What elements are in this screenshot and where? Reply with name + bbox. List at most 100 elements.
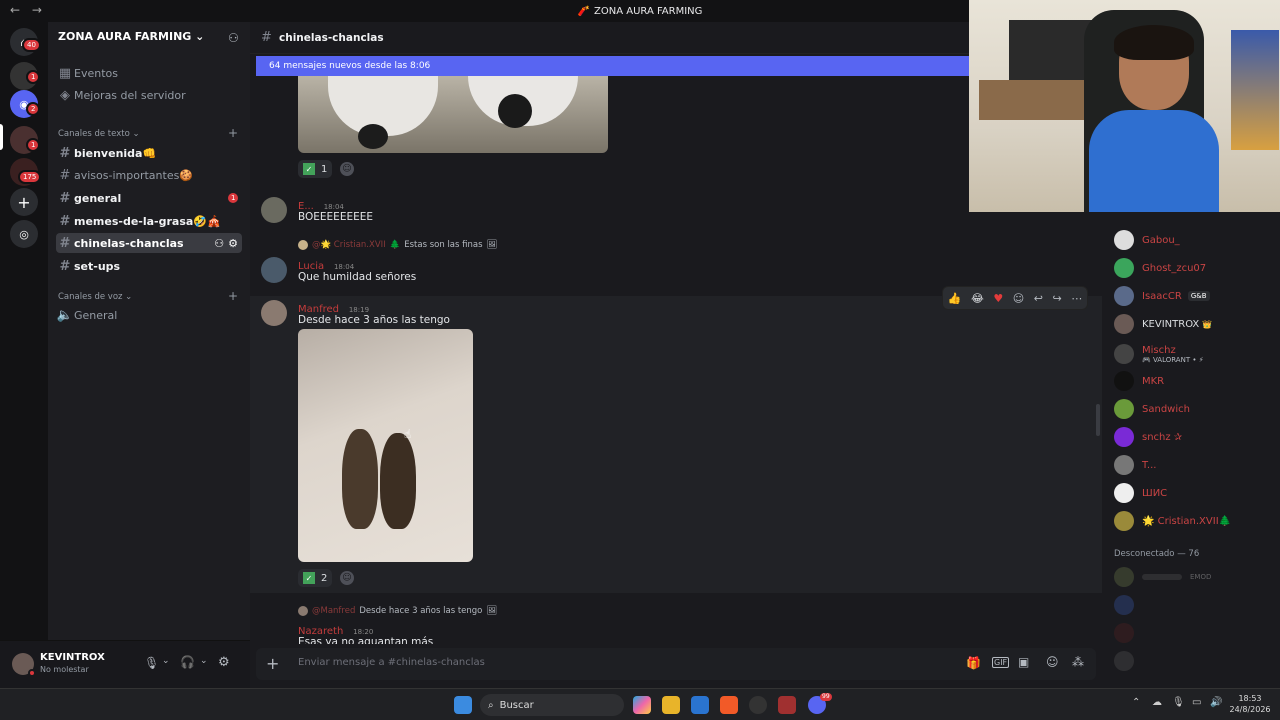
reply-preview[interactable]: @Manfred Desde hace 3 años las tengo 🖼	[298, 606, 497, 616]
add-attachment-icon[interactable]: +	[266, 654, 279, 673]
avatar	[1114, 455, 1134, 475]
thumbs-up-icon[interactable]: 👍	[948, 292, 962, 305]
clock[interactable]: 18:53 24/8/2026	[1228, 693, 1272, 715]
text-category[interactable]: Canales de texto ⌄	[58, 129, 140, 139]
copilot-icon[interactable]	[633, 696, 651, 714]
forward-icon[interactable]: ↪	[1052, 292, 1061, 305]
member-ghost[interactable]: Ghost_zcu07	[1114, 256, 1206, 280]
new-messages-bar[interactable]: 64 mensajes nuevos desde las 8:06	[256, 56, 969, 76]
member-t[interactable]: T...	[1114, 453, 1156, 477]
emoji-icon[interactable]: ☺	[1046, 655, 1059, 669]
heart-icon[interactable]: ♥	[993, 292, 1003, 305]
sticker-icon[interactable]: ▣	[1018, 655, 1029, 669]
server-tag: G&B	[1187, 291, 1210, 301]
nav-arrows[interactable]: ← →	[10, 3, 46, 17]
avatar[interactable]	[261, 300, 287, 326]
add-reaction-icon[interactable]: ☺	[1013, 292, 1024, 305]
member-kevintrox[interactable]: KEVINTROX 👑	[1114, 312, 1212, 336]
reaction-check[interactable]: ✓ 2	[298, 569, 332, 587]
sidebar-item-boosts[interactable]: ◈ Mejoras del servidor	[56, 85, 242, 105]
add-reaction-icon[interactable]: ☺	[340, 162, 354, 176]
member-cristian[interactable]: 🌟 Cristian.XVII🌲	[1114, 509, 1231, 533]
add-reaction-icon[interactable]: ☺	[340, 571, 354, 585]
chevron-down-icon[interactable]: ⌄	[200, 656, 208, 666]
channel-bienvenida[interactable]: # bienvenida👊	[56, 143, 242, 163]
laugh-icon[interactable]: 😂	[971, 292, 984, 305]
reply-preview[interactable]: @🌟 Cristian.XVII 🌲 Estas son las finas 🖼	[298, 240, 497, 250]
image-icon: 🖼	[486, 606, 498, 616]
image-detail	[342, 429, 378, 529]
member-snchz[interactable]: snchz ✰	[1114, 425, 1182, 449]
wifi-icon[interactable]: ☁	[1152, 697, 1162, 708]
server-name[interactable]: ZONA AURA FARMING ⌄	[58, 30, 238, 43]
taskbar-search[interactable]: ⌕ Buscar	[480, 694, 624, 716]
window-title: ZONA AURA FARMING	[594, 5, 703, 17]
windows-start-icon[interactable]	[454, 696, 472, 714]
add-voice-channel-icon[interactable]: +	[228, 289, 238, 303]
invite-icon[interactable]: ⚇	[214, 237, 224, 250]
add-member-icon[interactable]: ⚇	[228, 31, 239, 45]
gif-icon[interactable]: GIF	[992, 657, 1010, 668]
add-channel-icon[interactable]: +	[228, 126, 238, 140]
obs-icon[interactable]	[778, 696, 796, 714]
channel-avisos[interactable]: # avisos-importantes🍪	[56, 165, 242, 185]
explore-icon[interactable]: ◎	[10, 220, 38, 248]
member-mischz[interactable]: Mischz 🎮 VALORANT • ⚡	[1114, 342, 1204, 366]
member-wic[interactable]: ШИС	[1114, 481, 1167, 505]
message-time: 18:04	[333, 263, 355, 271]
tray-chevron-icon[interactable]: ⌃	[1132, 697, 1140, 708]
volume-icon[interactable]: 🔊	[1210, 697, 1222, 708]
microphone-icon[interactable]: 🎙	[144, 656, 159, 670]
voice-channel-general[interactable]: 🔈 General	[56, 305, 242, 325]
member-mkr[interactable]: MKR	[1114, 369, 1164, 393]
webcam-poster	[1231, 30, 1279, 150]
taskbar: ⌕ Buscar 99 ⌃ ☁ 🎙 ▭ 🔊 18:53 24/8/2026	[0, 688, 1280, 720]
display-icon[interactable]: ▭	[1192, 697, 1201, 708]
reaction-check[interactable]: ✓ 1	[298, 160, 332, 178]
avatar[interactable]	[261, 197, 287, 223]
reply-icon[interactable]: ↩	[1034, 292, 1043, 305]
member-offline[interactable]: EMOD	[1114, 565, 1211, 589]
chevron-down-icon[interactable]: ⌄	[162, 656, 170, 666]
attached-image-top[interactable]	[298, 76, 608, 153]
scrollbar[interactable]	[1096, 404, 1100, 436]
member-offline[interactable]	[1114, 593, 1142, 617]
user-panel: KEVINTROX No molestar 🎙 ⌄ 🎧 ⌄ ⚙	[0, 640, 250, 688]
add-server-icon[interactable]: +	[10, 188, 38, 216]
message-input[interactable]: Enviar mensaje a #chinelas-chanclas	[298, 657, 485, 668]
member-offline[interactable]	[1114, 649, 1142, 673]
store-icon[interactable]	[691, 696, 709, 714]
hash-icon: #	[59, 167, 71, 183]
channel-setups[interactable]: # set-ups	[56, 256, 242, 276]
message-time: 18:19	[348, 306, 370, 314]
voice-category[interactable]: Canales de voz ⌄	[58, 292, 132, 302]
channel-title: chinelas-chanclas	[279, 32, 384, 44]
channel-general[interactable]: # general	[56, 188, 242, 208]
gear-icon[interactable]: ⚙	[228, 237, 238, 250]
member-gabou[interactable]: Gabou_	[1114, 228, 1180, 252]
settings-icon[interactable]: ⚙	[218, 655, 230, 670]
message-header: Lucia 18:04	[298, 258, 354, 272]
fire-icon: 🧨	[577, 5, 591, 17]
server-badge: 1	[26, 70, 41, 84]
sidebar-item-events[interactable]: ▦ Eventos	[56, 63, 242, 83]
channel-memes[interactable]: # memes-de-la-grasa🤣🎪	[56, 211, 242, 231]
headphones-icon[interactable]: 🎧	[180, 655, 195, 669]
avatar[interactable]	[261, 257, 287, 283]
channel-chinelas-active[interactable]: # chinelas-chanclas ⚇ ⚙	[56, 233, 242, 253]
member-offline[interactable]	[1114, 621, 1142, 645]
avatar	[1114, 427, 1134, 447]
file-explorer-icon[interactable]	[662, 696, 680, 714]
image-detail	[380, 433, 416, 529]
gift-icon[interactable]: 🎁	[966, 656, 981, 670]
brave-icon[interactable]	[720, 696, 738, 714]
attached-image-sandals[interactable]: ☝	[298, 329, 473, 562]
member-sandwich[interactable]: Sandwich	[1114, 397, 1190, 421]
reply-avatar	[298, 240, 308, 250]
member-isaaccr[interactable]: IsaacCR G&B	[1114, 284, 1210, 308]
mic-tray-icon[interactable]: 🎙	[1172, 697, 1185, 708]
app-icon[interactable]	[749, 696, 767, 714]
apps-icon[interactable]: ⁂	[1072, 655, 1084, 669]
more-icon[interactable]: ⋯	[1071, 292, 1082, 305]
avatar	[1114, 258, 1134, 278]
